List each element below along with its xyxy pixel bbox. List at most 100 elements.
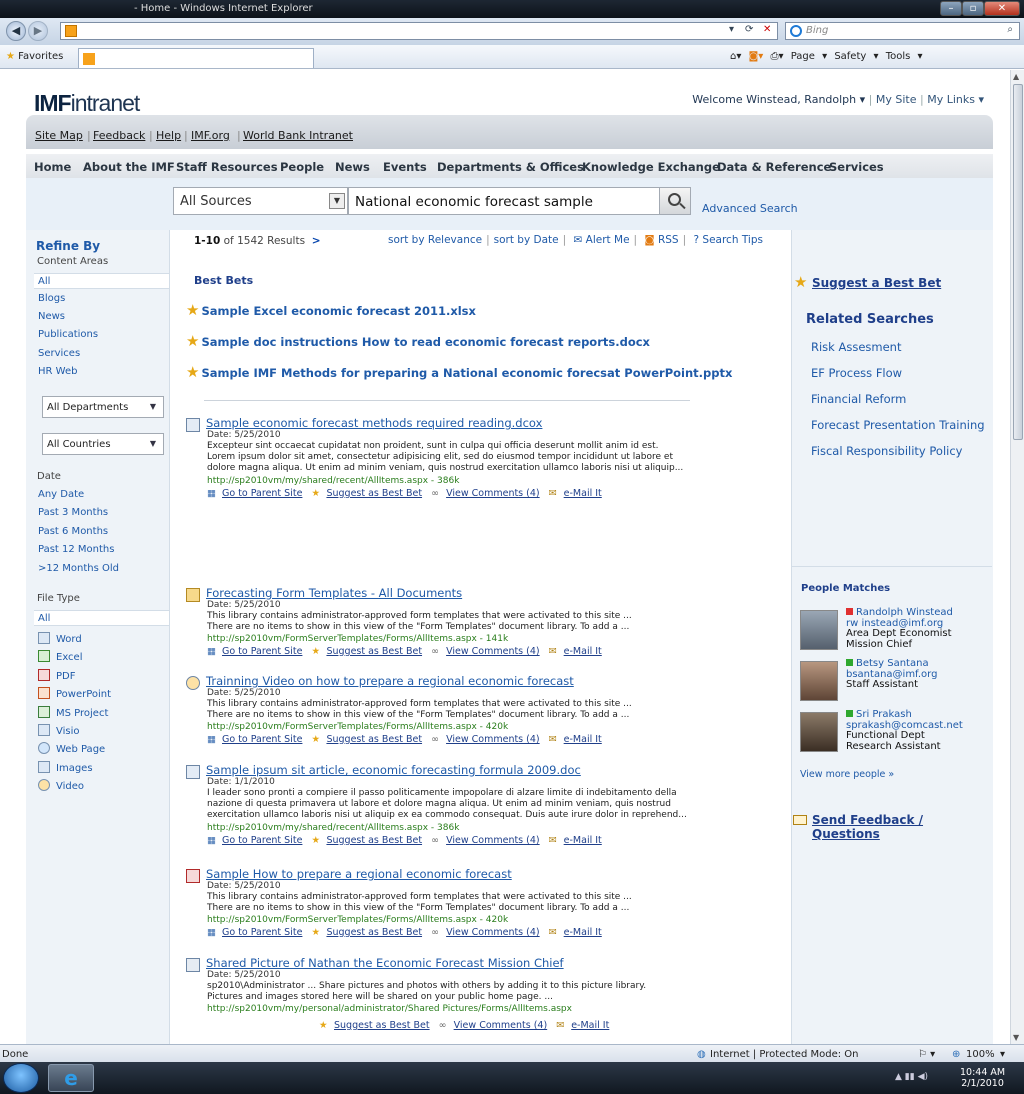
vertical-scrollbar[interactable]: ▲ ▼ xyxy=(1010,70,1024,1044)
nav-knowledge-exchange[interactable]: Knowledge Exchange xyxy=(582,160,720,174)
sort-relevance[interactable]: sort by Relevance xyxy=(388,234,482,246)
feeds-icon[interactable]: ◙▾ xyxy=(749,51,764,62)
avatar[interactable] xyxy=(800,712,838,752)
avatar[interactable] xyxy=(800,610,838,650)
start-button[interactable] xyxy=(3,1063,39,1093)
volume-icon[interactable]: ◀) xyxy=(918,1072,928,1082)
view-comments-link[interactable]: View Comments (4) xyxy=(446,646,540,657)
person-email[interactable]: rw instead@imf.org xyxy=(846,618,943,629)
view-more-people-link[interactable]: View more people » xyxy=(800,769,894,780)
util-link-imf-org[interactable]: IMF.org xyxy=(191,129,230,142)
best-bet-item[interactable]: ★ Sample doc instructions How to read eco… xyxy=(186,332,650,350)
countries-select[interactable]: All Countries ▼ xyxy=(42,433,164,455)
email-link[interactable]: e-Mail It xyxy=(564,646,602,657)
content-area-blogs[interactable]: Blogs xyxy=(38,293,65,304)
best-bet-item[interactable]: ★ Sample Excel economic forecast 2011.xls… xyxy=(186,301,476,319)
nav-news[interactable]: News xyxy=(335,160,370,174)
suggest-best-bet-link[interactable]: Suggest as Best Bet xyxy=(326,646,422,657)
nav-services[interactable]: Services xyxy=(829,160,884,174)
suggest-best-bet-link[interactable]: Suggest as Best Bet xyxy=(326,927,422,938)
search-input[interactable]: National economic forecast sample xyxy=(348,187,660,215)
avatar[interactable] xyxy=(800,661,838,701)
filetype-web-page[interactable]: Web Page xyxy=(38,742,105,755)
search-tips-link[interactable]: Search Tips xyxy=(702,234,763,246)
suggest-best-bet-link[interactable]: Suggest as Best Bet xyxy=(334,1020,430,1031)
email-link[interactable]: e-Mail It xyxy=(564,927,602,938)
nav-data-reference[interactable]: Data & Reference xyxy=(717,160,831,174)
related-search-link[interactable]: Financial Reform xyxy=(811,392,906,406)
related-search-link[interactable]: EF Process Flow xyxy=(811,366,902,380)
util-link-site-map[interactable]: Site Map xyxy=(35,129,83,142)
send-feedback-link[interactable]: Send Feedback / Questions xyxy=(812,813,993,841)
chevron-down-icon[interactable]: ▼ xyxy=(146,437,160,451)
maximize-button[interactable]: ▫ xyxy=(962,1,984,16)
result-title[interactable]: Forecasting Form Templates - All Documen… xyxy=(206,586,462,600)
chevron-down-icon[interactable]: ▼ xyxy=(329,193,345,209)
filetype-powerpoint[interactable]: PowerPoint xyxy=(38,687,111,700)
print-icon[interactable]: ⎙▾ xyxy=(770,51,783,62)
address-input[interactable]: ▾ ⟳ ✕ xyxy=(60,22,778,40)
back-button[interactable]: ◀ xyxy=(6,21,26,41)
person-name[interactable]: Sri Prakash xyxy=(856,709,912,720)
page-menu[interactable]: Page ▾ xyxy=(791,51,827,62)
browser-search-input[interactable]: Bing ⌕ xyxy=(785,22,1020,40)
nav-departments[interactable]: Departments & Offices xyxy=(437,160,584,174)
tools-menu[interactable]: Tools ▾ xyxy=(886,51,923,62)
email-link[interactable]: e-Mail It xyxy=(564,488,602,499)
browser-tab[interactable] xyxy=(78,48,314,68)
nav-about[interactable]: About the IMF xyxy=(83,160,175,174)
my-site-link[interactable]: My Site xyxy=(876,93,917,106)
scroll-down-icon[interactable]: ▼ xyxy=(1013,1033,1019,1042)
filetype-video[interactable]: Video xyxy=(38,779,84,792)
minimize-button[interactable]: – xyxy=(940,1,962,16)
ie-taskbar-button[interactable]: e xyxy=(48,1064,94,1092)
view-comments-link[interactable]: View Comments (4) xyxy=(454,1020,548,1031)
scroll-up-icon[interactable]: ▲ xyxy=(1013,72,1019,81)
zoom-dropdown-icon[interactable]: ▾ xyxy=(1000,1049,1005,1060)
person-email[interactable]: sprakash@comcast.net xyxy=(846,720,963,731)
filetype-all[interactable]: All xyxy=(34,610,169,626)
best-bet-link[interactable]: Sample Excel economic forecast 2011.xlsx xyxy=(201,304,475,318)
view-comments-link[interactable]: View Comments (4) xyxy=(446,927,540,938)
home-icon[interactable]: ⌂▾ xyxy=(730,51,741,62)
email-link[interactable]: e-Mail It xyxy=(564,734,602,745)
content-area-publications[interactable]: Publications xyxy=(38,329,98,340)
person-name[interactable]: Betsy Santana xyxy=(856,658,929,669)
refresh-icon[interactable]: ⟳ xyxy=(745,24,753,35)
safety-menu[interactable]: Safety ▾ xyxy=(834,51,878,62)
clock[interactable]: 10:44 AM 2/1/2010 xyxy=(960,1067,1005,1089)
content-area-services[interactable]: Services xyxy=(38,348,80,359)
email-link[interactable]: e-Mail It xyxy=(571,1020,609,1031)
related-search-link[interactable]: Fiscal Responsibility Policy xyxy=(811,444,962,458)
parent-site-link[interactable]: Go to Parent Site xyxy=(222,927,302,938)
suggest-best-bet-link[interactable]: Suggest as Best Bet xyxy=(326,488,422,499)
util-link-world-bank[interactable]: World Bank Intranet xyxy=(243,129,353,142)
close-window-button[interactable]: ✕ xyxy=(984,1,1020,16)
person-email[interactable]: bsantana@imf.org xyxy=(846,669,937,680)
content-area-all[interactable]: All xyxy=(34,273,169,289)
parent-site-link[interactable]: Go to Parent Site xyxy=(222,734,302,745)
nav-people[interactable]: People xyxy=(280,160,324,174)
suggest-best-bet-link[interactable]: Suggest as Best Bet xyxy=(326,734,422,745)
favorites-button[interactable]: ★ Favorites xyxy=(6,51,63,62)
zoom-level[interactable]: 100% xyxy=(966,1049,995,1060)
result-title[interactable]: Sample economic forecast methods require… xyxy=(206,416,542,430)
alert-me-link[interactable]: Alert Me xyxy=(586,234,630,246)
best-bet-item[interactable]: ★ Sample IMF Methods for preparing a Nati… xyxy=(186,363,732,381)
search-icon[interactable]: ⌕ xyxy=(1007,24,1013,35)
best-bet-link[interactable]: Sample doc instructions How to read econ… xyxy=(201,335,650,349)
parent-site-link[interactable]: Go to Parent Site xyxy=(222,646,302,657)
parent-site-link[interactable]: Go to Parent Site xyxy=(222,835,302,846)
sort-date[interactable]: sort by Date xyxy=(494,234,559,246)
result-title[interactable]: Shared Picture of Nathan the Economic Fo… xyxy=(206,956,564,970)
nav-home[interactable]: Home xyxy=(34,160,71,174)
advanced-search-link[interactable]: Advanced Search xyxy=(702,202,798,215)
result-title[interactable]: Trainning Video on how to prepare a regi… xyxy=(206,674,574,688)
result-title[interactable]: Sample How to prepare a regional economi… xyxy=(206,867,512,881)
filetype-ms-project[interactable]: MS Project xyxy=(38,706,108,719)
rss-link[interactable]: RSS xyxy=(658,234,679,246)
result-title[interactable]: Sample ipsum sit article, economic forec… xyxy=(206,763,581,777)
forward-button[interactable]: ▶ xyxy=(28,21,48,41)
date-past-3-months[interactable]: Past 3 Months xyxy=(38,507,108,518)
view-comments-link[interactable]: View Comments (4) xyxy=(446,835,540,846)
